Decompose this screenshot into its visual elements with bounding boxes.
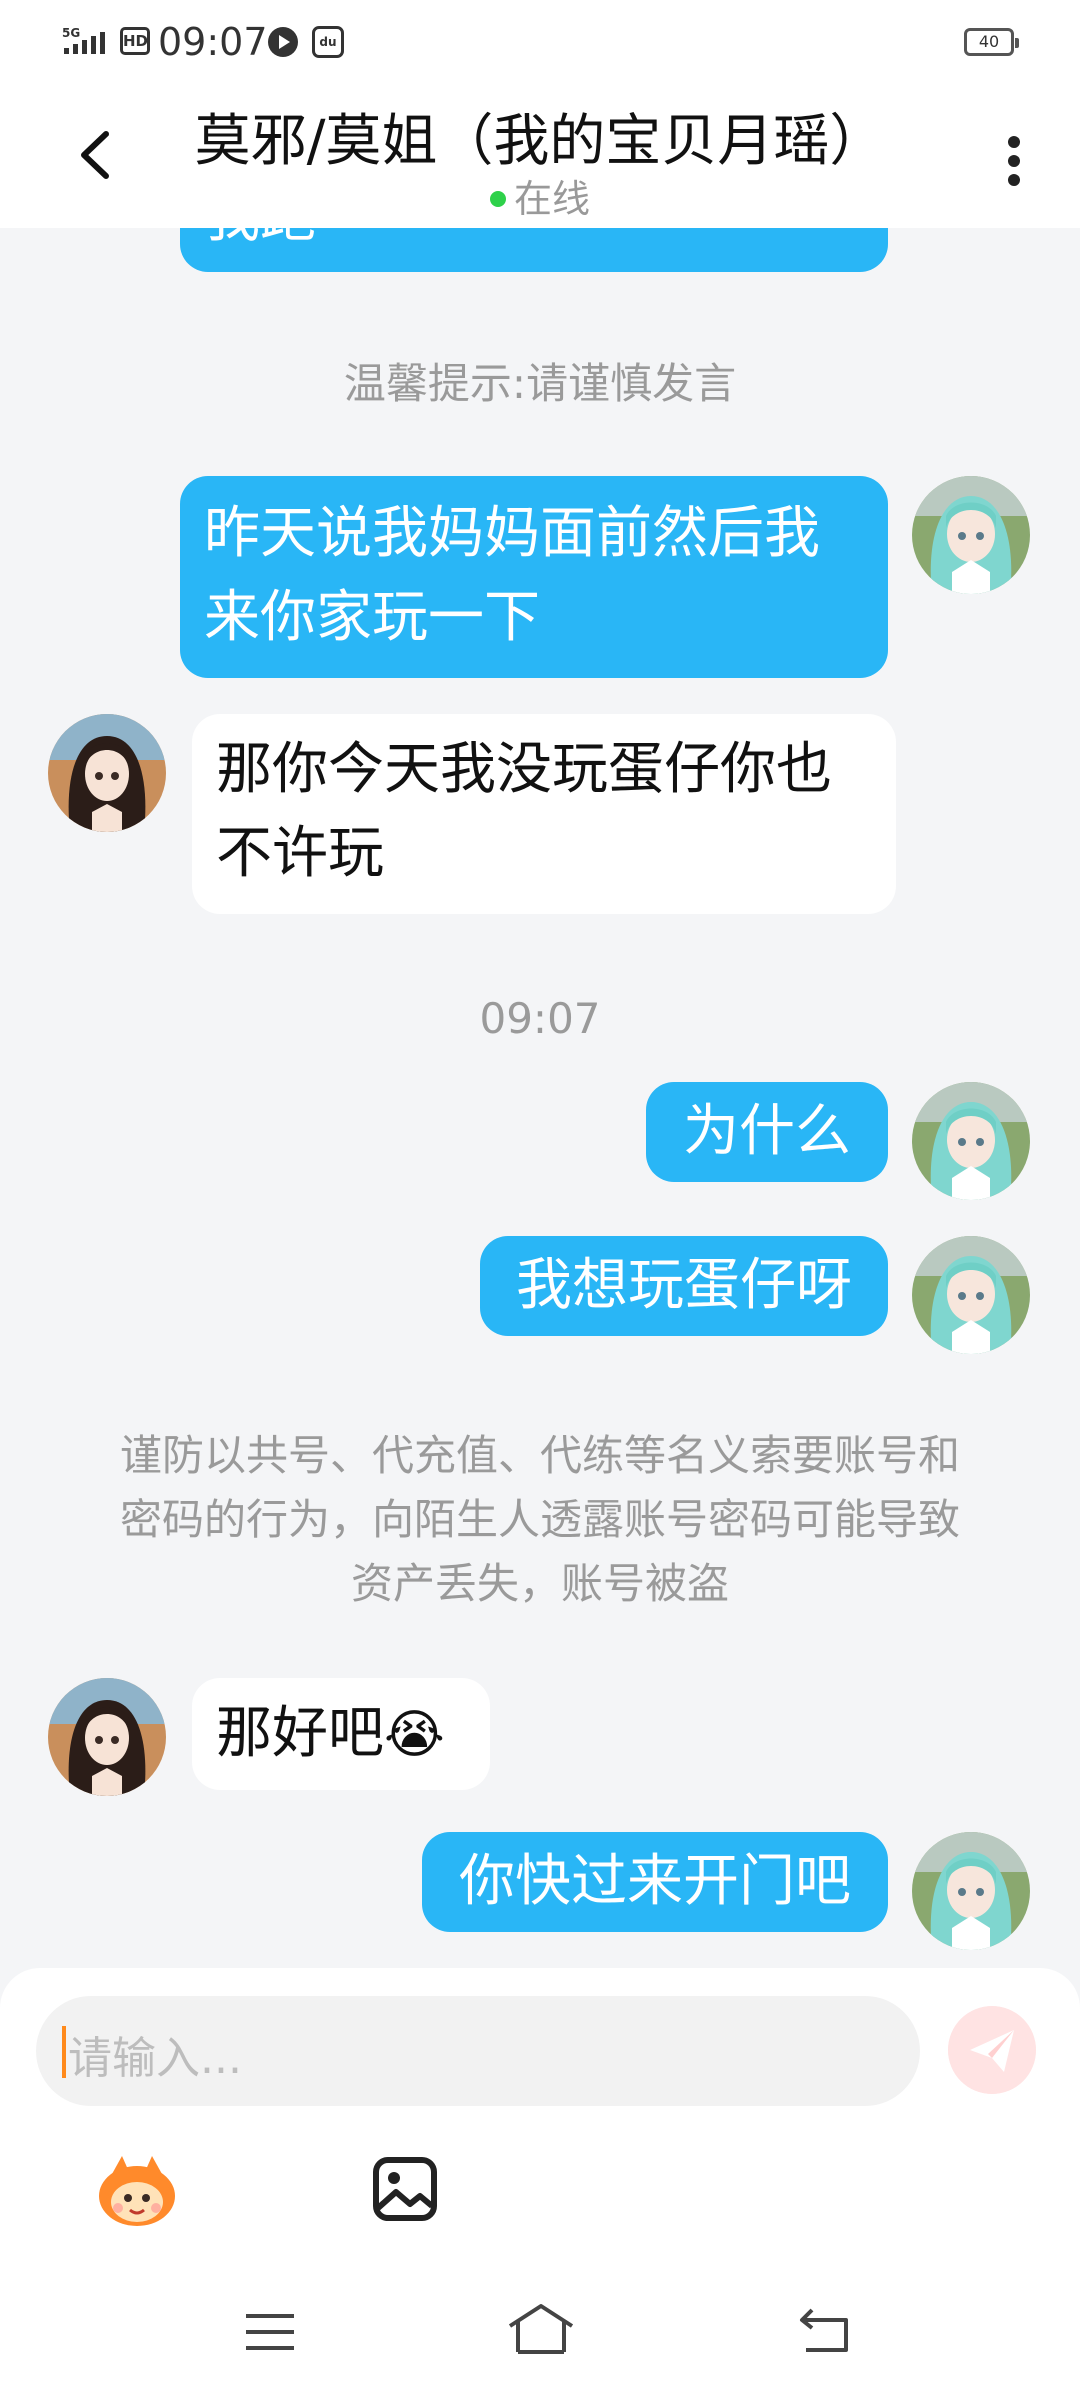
- message-input[interactable]: 请输入...: [36, 1996, 920, 2106]
- message-timestamp: 09:07: [479, 994, 601, 1043]
- chat-title: 莫邪/莫姐（我的宝贝月瑶）: [194, 109, 886, 174]
- more-options-button[interactable]: [996, 126, 1032, 196]
- online-status: 在线: [0, 168, 1080, 223]
- notification-app-icon: du: [312, 26, 344, 58]
- nav-back-button[interactable]: [798, 2306, 850, 2354]
- mascot-emoji-icon[interactable]: [92, 2152, 182, 2232]
- online-dot-icon: [489, 190, 506, 207]
- my-avatar[interactable]: [912, 1832, 1030, 1950]
- message-bubble-outgoing[interactable]: 我想玩蛋仔呀: [480, 1236, 888, 1336]
- message-bubble-outgoing[interactable]: 为什么: [646, 1082, 888, 1182]
- nav-menu-button[interactable]: [244, 2312, 296, 2352]
- online-status-label: 在线: [513, 177, 590, 221]
- nav-home-button[interactable]: [506, 2302, 576, 2356]
- image-icon[interactable]: [372, 2156, 438, 2222]
- chat-header: 莫邪/莫姐（我的宝贝月瑶） 在线: [0, 86, 1080, 228]
- my-avatar[interactable]: [912, 1236, 1030, 1354]
- crying-emoji: 😭: [384, 1705, 445, 1765]
- input-placeholder: 请输入...: [68, 2033, 242, 2084]
- notification-play-icon: [268, 27, 298, 57]
- text-cursor: [62, 2026, 66, 2078]
- status-time: 09:07: [158, 20, 268, 64]
- security-warning: 谨防以共号、代充值、代练等名义索要账号和 密码的行为，向陌生人透露账号密码可能导…: [119, 1431, 960, 1608]
- message-bubble-outgoing[interactable]: 昨天说我妈妈面前然后我 来你家玩一下: [180, 476, 888, 678]
- contact-avatar[interactable]: [48, 714, 166, 832]
- my-avatar[interactable]: [912, 1082, 1030, 1200]
- message-bubble-outgoing[interactable]: 我跑: [180, 228, 888, 272]
- battery-icon: 40: [964, 28, 1019, 56]
- contact-avatar[interactable]: [48, 1678, 166, 1796]
- hd-badge: HD: [120, 27, 150, 55]
- send-button[interactable]: [948, 2006, 1036, 2094]
- message-list[interactable]: 我跑 温馨提示:请谨慎发言 昨天说我妈妈面前然后我 来你家玩一下 那你: [0, 228, 1080, 1968]
- my-avatar[interactable]: [912, 476, 1030, 594]
- status-bar: 5G HD 09:07 du 40: [0, 0, 1080, 86]
- signal-icon: 5G: [62, 26, 105, 54]
- message-bubble-outgoing[interactable]: 你快过来开门吧: [422, 1832, 888, 1932]
- message-bubble-incoming[interactable]: 那你今天我没玩蛋仔你也 不许玩: [192, 714, 896, 914]
- input-panel: 请输入...: [0, 1968, 1080, 2408]
- svg-text:5G: 5G: [62, 26, 80, 40]
- message-bubble-incoming[interactable]: 那好吧😭: [192, 1678, 490, 1790]
- system-tip: 温馨提示:请谨慎发言: [343, 359, 737, 408]
